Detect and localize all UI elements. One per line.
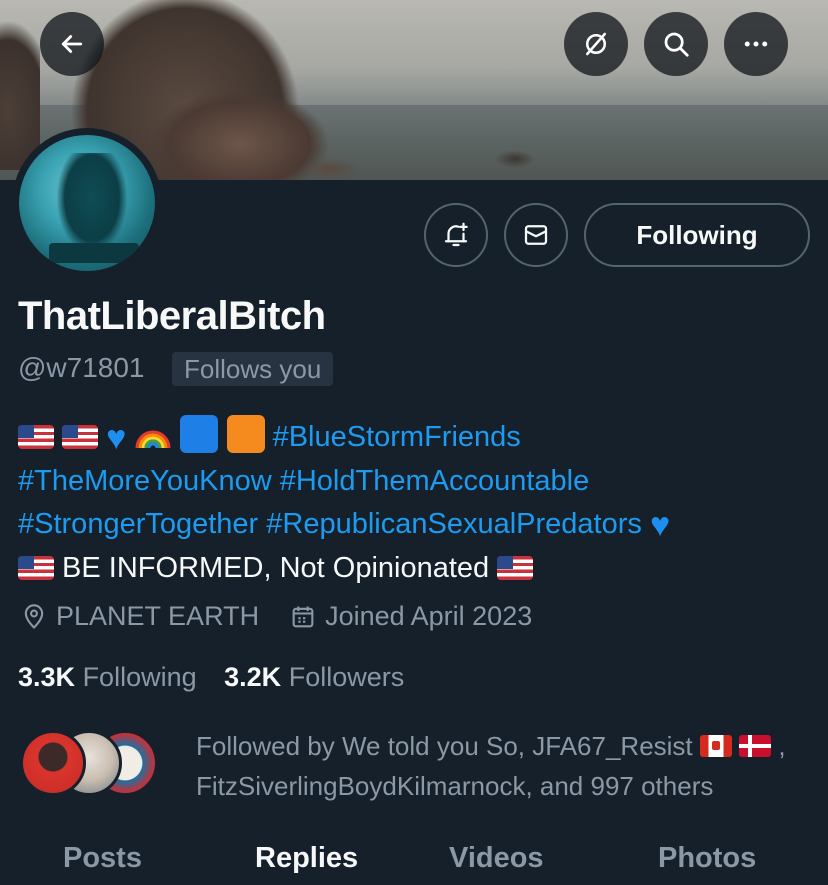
statue-base [49, 243, 139, 263]
joined-text: Joined April 2023 [325, 601, 533, 631]
blue-heart-icon: ♥ [106, 419, 127, 457]
avatar [20, 730, 86, 796]
calendar-icon [292, 606, 314, 627]
location: PLANET EARTH [20, 601, 259, 632]
envelope-icon [524, 225, 548, 245]
profile-tabs: Posts Replies Videos Photos [0, 836, 828, 885]
bio-text: BE INFORMED, Not Opinionated [54, 552, 498, 584]
orange-square-icon [226, 415, 265, 453]
handle: @w71801 [18, 352, 145, 383]
hashtag-link[interactable]: #BlueStormFriends [273, 421, 521, 453]
statue-figure [57, 153, 127, 253]
us-flag-icon [62, 425, 99, 449]
grok-button[interactable] [564, 12, 628, 76]
mutual-avatars[interactable] [20, 730, 158, 796]
us-flag-icon [18, 425, 54, 449]
location-pin-icon [24, 603, 44, 629]
denmark-flag-icon [739, 735, 772, 757]
search-icon [664, 32, 689, 57]
followed-by-text[interactable]: Followed by We told you So, JFA67_Resist… [196, 726, 816, 806]
followed-by-line-1: Followed by We told you So, JFA67_Resist… [196, 731, 786, 761]
tab-posts[interactable]: Posts [63, 842, 142, 875]
more-horizontal-icon [744, 41, 768, 47]
profile-bio: ♥ #BlueStormFriends #TheMoreYouKnow #Hol… [18, 415, 818, 590]
following-button[interactable]: Following [584, 203, 810, 267]
follow-counts: 3.3K Following 3.2K Followers [18, 662, 424, 693]
tab-videos[interactable]: Videos [449, 842, 544, 875]
avatar [19, 135, 155, 271]
banner-rock [300, 158, 360, 180]
display-name: ThatLiberalBitch [18, 294, 326, 338]
bio-line-4: BE INFORMED, Not Opinionated [18, 547, 818, 590]
bio-line-2[interactable]: #TheMoreYouKnow #HoldThemAccountable [18, 460, 818, 503]
canada-flag-icon [699, 735, 732, 757]
rainbow-icon [135, 430, 171, 449]
slash-circle-icon [586, 32, 606, 56]
profile-meta: PLANET EARTH Joined April 2023 [20, 601, 562, 632]
banner-rock [0, 20, 40, 170]
search-button[interactable] [644, 12, 708, 76]
back-button[interactable] [40, 12, 104, 76]
tab-replies[interactable]: Replies [255, 842, 358, 875]
arrow-left-icon [61, 35, 83, 53]
message-button[interactable] [504, 203, 568, 267]
followers-count-link[interactable]: 3.2K Followers [224, 662, 404, 692]
tab-photos[interactable]: Photos [658, 842, 756, 875]
joined-date: Joined April 2023 [289, 601, 532, 632]
follows-you-badge: Follows you [172, 352, 334, 386]
avatar-frame[interactable] [12, 128, 162, 278]
following-count-link[interactable]: 3.3K Following [18, 662, 197, 692]
us-flag-icon [497, 556, 534, 580]
banner-rock [495, 150, 535, 168]
bio-line-1: ♥ #BlueStormFriends [18, 415, 818, 460]
hashtag-links[interactable]: #StrongerTogether #RepublicanSexualPreda… [18, 508, 642, 540]
more-button[interactable] [724, 12, 788, 76]
location-text: PLANET EARTH [56, 601, 260, 631]
followed-by-line-2: FitzSiverlingBoydKilmarnock, and 997 oth… [196, 771, 714, 801]
us-flag-icon [18, 556, 54, 580]
bell-plus-icon [444, 222, 468, 247]
blue-square-icon [180, 415, 219, 453]
notifications-button[interactable] [424, 203, 488, 267]
bio-line-3: #StrongerTogether #RepublicanSexualPreda… [18, 503, 818, 547]
blue-heart-icon: ♥ [649, 506, 671, 544]
